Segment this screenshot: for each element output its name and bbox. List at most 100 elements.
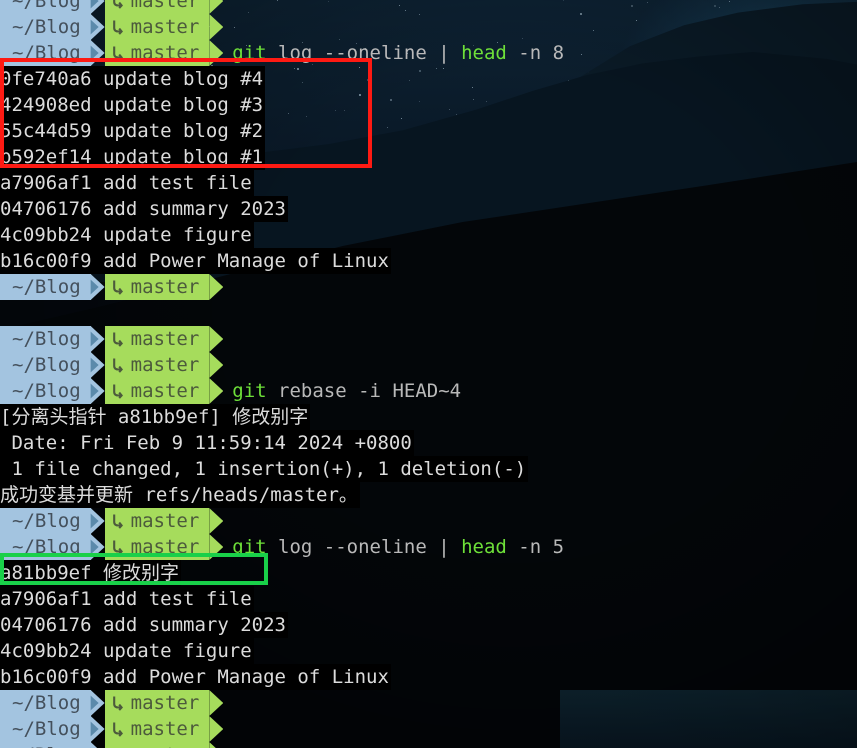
powerline-separator-branch: [209, 40, 224, 66]
command-pipe-binary: head: [461, 42, 507, 64]
output-line: 55c44d59 update blog #2: [0, 118, 266, 144]
powerline-prompt: ~/Blog master: [0, 690, 224, 716]
powerline-separator-branch: [209, 352, 224, 378]
prompt-branch-label: master: [130, 380, 200, 402]
powerline-prompt: ~/Blog master: [0, 326, 224, 352]
git-branch-icon: [112, 20, 123, 35]
prompt-path-label: ~/Blog: [12, 718, 81, 740]
prompt-path-label: ~/Blog: [12, 510, 81, 532]
terminal-row: 成功变基并更新 refs/heads/master。: [0, 482, 360, 508]
command-binary: git: [232, 536, 267, 558]
powerline-separator-path: [90, 14, 105, 40]
powerline-prompt: ~/Blog master: [0, 352, 224, 378]
output-line: Date: Fri Feb 9 11:59:14 2024 +0800: [0, 430, 414, 456]
terminal-row: ~/Blog master: [0, 742, 224, 748]
terminal-row: ~/Blog master git log --oneline | head -n …: [0, 40, 564, 66]
terminal-row: 04706176 add summary 2023: [0, 612, 288, 638]
powerline-prompt: ~/Blog master: [0, 274, 224, 300]
terminal-row: 0fe740a6 update blog #4: [0, 66, 266, 92]
output-line: a7906af1 add test file: [0, 586, 254, 612]
prompt-branch-segment: master: [104, 690, 210, 716]
command-text: git log --oneline | head -n 5: [223, 534, 564, 560]
powerline-separator-branch: [209, 716, 224, 742]
prompt-path-segment: ~/Blog: [0, 14, 91, 40]
terminal-row: ~/Blog master: [0, 274, 224, 300]
prompt-branch-segment: master: [104, 508, 210, 534]
powerline-prompt: ~/Blog master: [0, 40, 224, 66]
powerline-separator-branch: [209, 326, 224, 352]
terminal-row: 424908ed update blog #3: [0, 92, 266, 118]
output-line: 4c09bb24 update figure: [0, 638, 254, 664]
prompt-branch-segment: master: [104, 14, 210, 40]
powerline-separator-path: [90, 40, 105, 66]
prompt-branch-segment: master: [104, 0, 210, 14]
git-branch-icon: [112, 696, 123, 711]
powerline-prompt: ~/Blog master: [0, 742, 224, 748]
prompt-branch-segment: master: [104, 534, 210, 560]
prompt-branch-segment: master: [104, 378, 210, 404]
powerline-separator-path: [90, 0, 105, 14]
terminal-row: b16c00f9 add Power Manage of Linux: [0, 248, 391, 274]
prompt-path-label: ~/Blog: [12, 536, 81, 558]
powerline-prompt: ~/Blog master: [0, 0, 224, 14]
terminal-row: Date: Fri Feb 9 11:59:14 2024 +0800: [0, 430, 414, 456]
output-line: b592ef14 update blog #1: [0, 144, 266, 170]
powerline-separator-path: [90, 378, 105, 404]
prompt-branch-label: master: [130, 16, 200, 38]
prompt-branch-segment: master: [104, 352, 210, 378]
prompt-branch-segment: master: [104, 40, 210, 66]
command-args: log --oneline |: [266, 536, 462, 558]
prompt-path-label: ~/Blog: [12, 276, 81, 298]
git-branch-icon: [112, 722, 123, 737]
prompt-path-label: ~/Blog: [12, 0, 81, 12]
git-branch-icon: [112, 280, 123, 295]
prompt-path-segment: ~/Blog: [0, 508, 91, 534]
terminal-row: b16c00f9 add Power Manage of Linux: [0, 664, 391, 690]
output-line: 424908ed update blog #3: [0, 92, 266, 118]
prompt-branch-label: master: [130, 510, 200, 532]
command-binary: git: [232, 42, 267, 64]
powerline-separator-path: [90, 326, 105, 352]
prompt-path-label: ~/Blog: [12, 328, 81, 350]
terminal-row: 4c09bb24 update figure: [0, 638, 254, 664]
powerline-separator-branch: [209, 508, 224, 534]
prompt-path-segment: ~/Blog: [0, 690, 91, 716]
prompt-path-segment: ~/Blog: [0, 742, 91, 748]
prompt-branch-label: master: [130, 276, 200, 298]
powerline-separator-path: [90, 274, 105, 300]
prompt-branch-label: master: [130, 42, 200, 64]
prompt-branch-label: master: [130, 692, 200, 714]
terminal-row: ~/Blog master: [0, 352, 224, 378]
terminal-row: a7906af1 add test file: [0, 586, 254, 612]
terminal-row: ~/Blog master: [0, 0, 224, 14]
prompt-path-label: ~/Blog: [12, 692, 81, 714]
terminal-row: ~/Blog master: [0, 690, 224, 716]
powerline-separator-path: [90, 690, 105, 716]
output-line: 04706176 add summary 2023: [0, 612, 288, 638]
powerline-prompt: ~/Blog master: [0, 14, 224, 40]
terminal-row: ~/Blog master git rebase -i HEAD~4: [0, 378, 461, 404]
terminal-row: ~/Blog master git log --oneline | head -n …: [0, 534, 564, 560]
terminal-row: a81bb9ef 修改别字: [0, 560, 181, 586]
powerline-prompt: ~/Blog master: [0, 378, 224, 404]
terminal-row: 55c44d59 update blog #2: [0, 118, 266, 144]
git-branch-icon: [112, 46, 123, 61]
terminal-output[interactable]: ~/Blog master ~/Blog master ~/Blog master git …: [0, 0, 857, 748]
prompt-path-segment: ~/Blog: [0, 378, 91, 404]
git-branch-icon: [112, 384, 123, 399]
git-branch-icon: [112, 358, 123, 373]
terminal-row: ~/Blog master: [0, 14, 224, 40]
prompt-path-segment: ~/Blog: [0, 326, 91, 352]
command-args: log --oneline |: [266, 42, 462, 64]
prompt-path-segment: ~/Blog: [0, 40, 91, 66]
terminal-row: b592ef14 update blog #1: [0, 144, 266, 170]
prompt-path-label: ~/Blog: [12, 380, 81, 402]
prompt-path-label: ~/Blog: [12, 16, 81, 38]
prompt-branch-label: master: [130, 354, 200, 376]
powerline-separator-branch: [209, 742, 224, 748]
output-line: 04706176 add summary 2023: [0, 196, 288, 222]
output-line: a7906af1 add test file: [0, 170, 254, 196]
prompt-path-segment: ~/Blog: [0, 716, 91, 742]
powerline-separator-branch: [209, 274, 224, 300]
prompt-path-segment: ~/Blog: [0, 0, 91, 14]
